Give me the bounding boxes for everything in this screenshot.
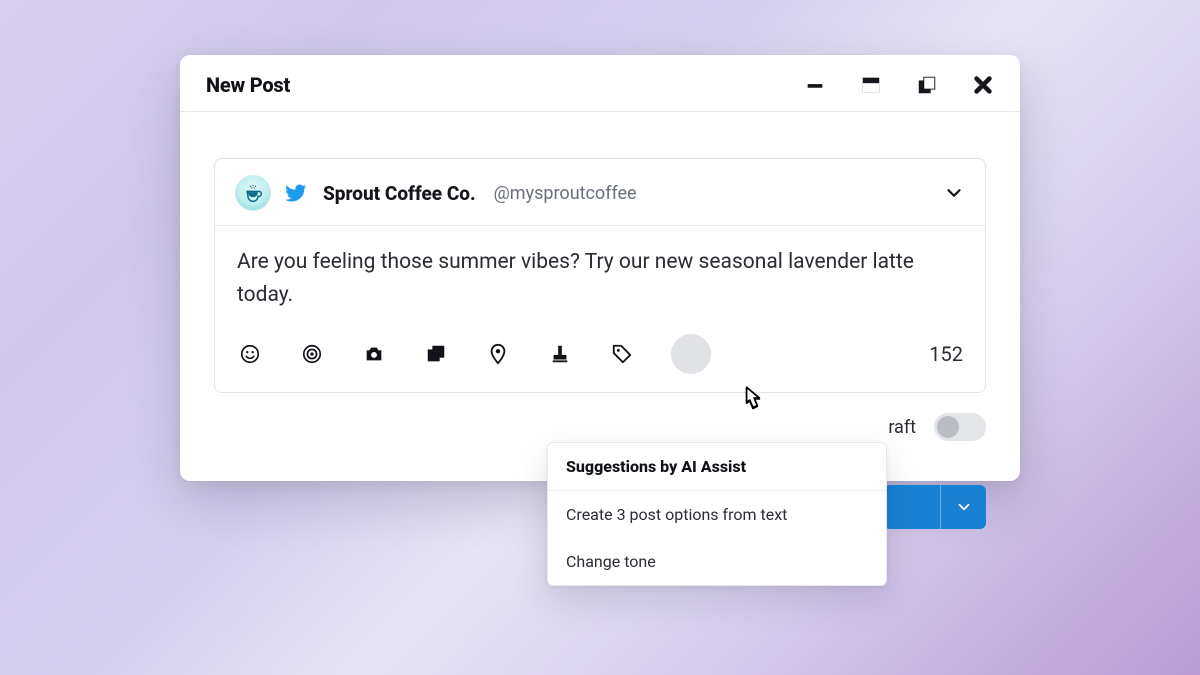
draft-toggle[interactable] <box>934 413 986 441</box>
compose-toolbar: 152 <box>215 324 985 392</box>
footer-row: raft <box>180 393 1020 441</box>
post-card: Sprout Coffee Co. @mysproutcoffee Are yo… <box>214 158 986 393</box>
submit-button[interactable] <box>884 485 940 529</box>
tag-icon <box>611 343 633 365</box>
close-button[interactable] <box>972 74 994 96</box>
gallery-icon <box>425 343 447 365</box>
gallery-button[interactable] <box>423 341 449 367</box>
chevron-down-icon <box>943 182 965 204</box>
account-avatar <box>235 175 271 211</box>
camera-icon <box>363 343 385 365</box>
coffee-cup-icon <box>243 183 263 203</box>
ai-option-create-variants[interactable]: Create 3 post options from text <box>548 491 886 538</box>
emoji-button[interactable] <box>237 341 263 367</box>
post-text-input[interactable]: Are you feeling those summer vibes? Try … <box>237 246 963 316</box>
chevron-down-icon <box>955 498 973 516</box>
minimize-button[interactable] <box>804 74 826 96</box>
stamp-button[interactable] <box>547 341 573 367</box>
target-button[interactable] <box>299 341 325 367</box>
stamp-icon <box>549 343 571 365</box>
twitter-icon <box>285 182 307 204</box>
account-header: Sprout Coffee Co. @mysproutcoffee <box>215 159 985 226</box>
location-button[interactable] <box>485 341 511 367</box>
composer-area: Sprout Coffee Co. @mysproutcoffee Are yo… <box>180 112 1020 393</box>
account-handle: @mysproutcoffee <box>494 183 637 204</box>
submit-dropdown[interactable] <box>940 485 986 529</box>
location-pin-icon <box>487 343 509 365</box>
post-body: Are you feeling those summer vibes? Try … <box>215 226 985 324</box>
camera-button[interactable] <box>361 341 387 367</box>
tag-button[interactable] <box>609 341 635 367</box>
ai-popover-title: Suggestions by AI Assist <box>548 443 886 491</box>
ai-option-change-tone[interactable]: Change tone <box>548 538 886 585</box>
draft-label: raft <box>888 417 916 438</box>
character-counter: 152 <box>929 342 963 366</box>
ai-assist-popover: Suggestions by AI Assist Create 3 post o… <box>547 442 887 586</box>
primary-actions <box>884 485 986 529</box>
cursor-pointer-icon <box>736 382 770 416</box>
ai-assist-button[interactable] <box>671 334 711 374</box>
target-icon <box>301 343 323 365</box>
restore-button[interactable] <box>860 74 882 96</box>
duplicate-button[interactable] <box>916 74 938 96</box>
account-display-name: Sprout Coffee Co. <box>323 182 476 205</box>
account-dropdown[interactable] <box>943 182 965 204</box>
titlebar: New Post <box>180 55 1020 112</box>
emoji-icon <box>239 343 261 365</box>
compose-window: New Post <box>180 55 1020 481</box>
window-controls <box>804 74 994 96</box>
toggle-knob <box>937 416 959 438</box>
window-title: New Post <box>206 73 290 97</box>
